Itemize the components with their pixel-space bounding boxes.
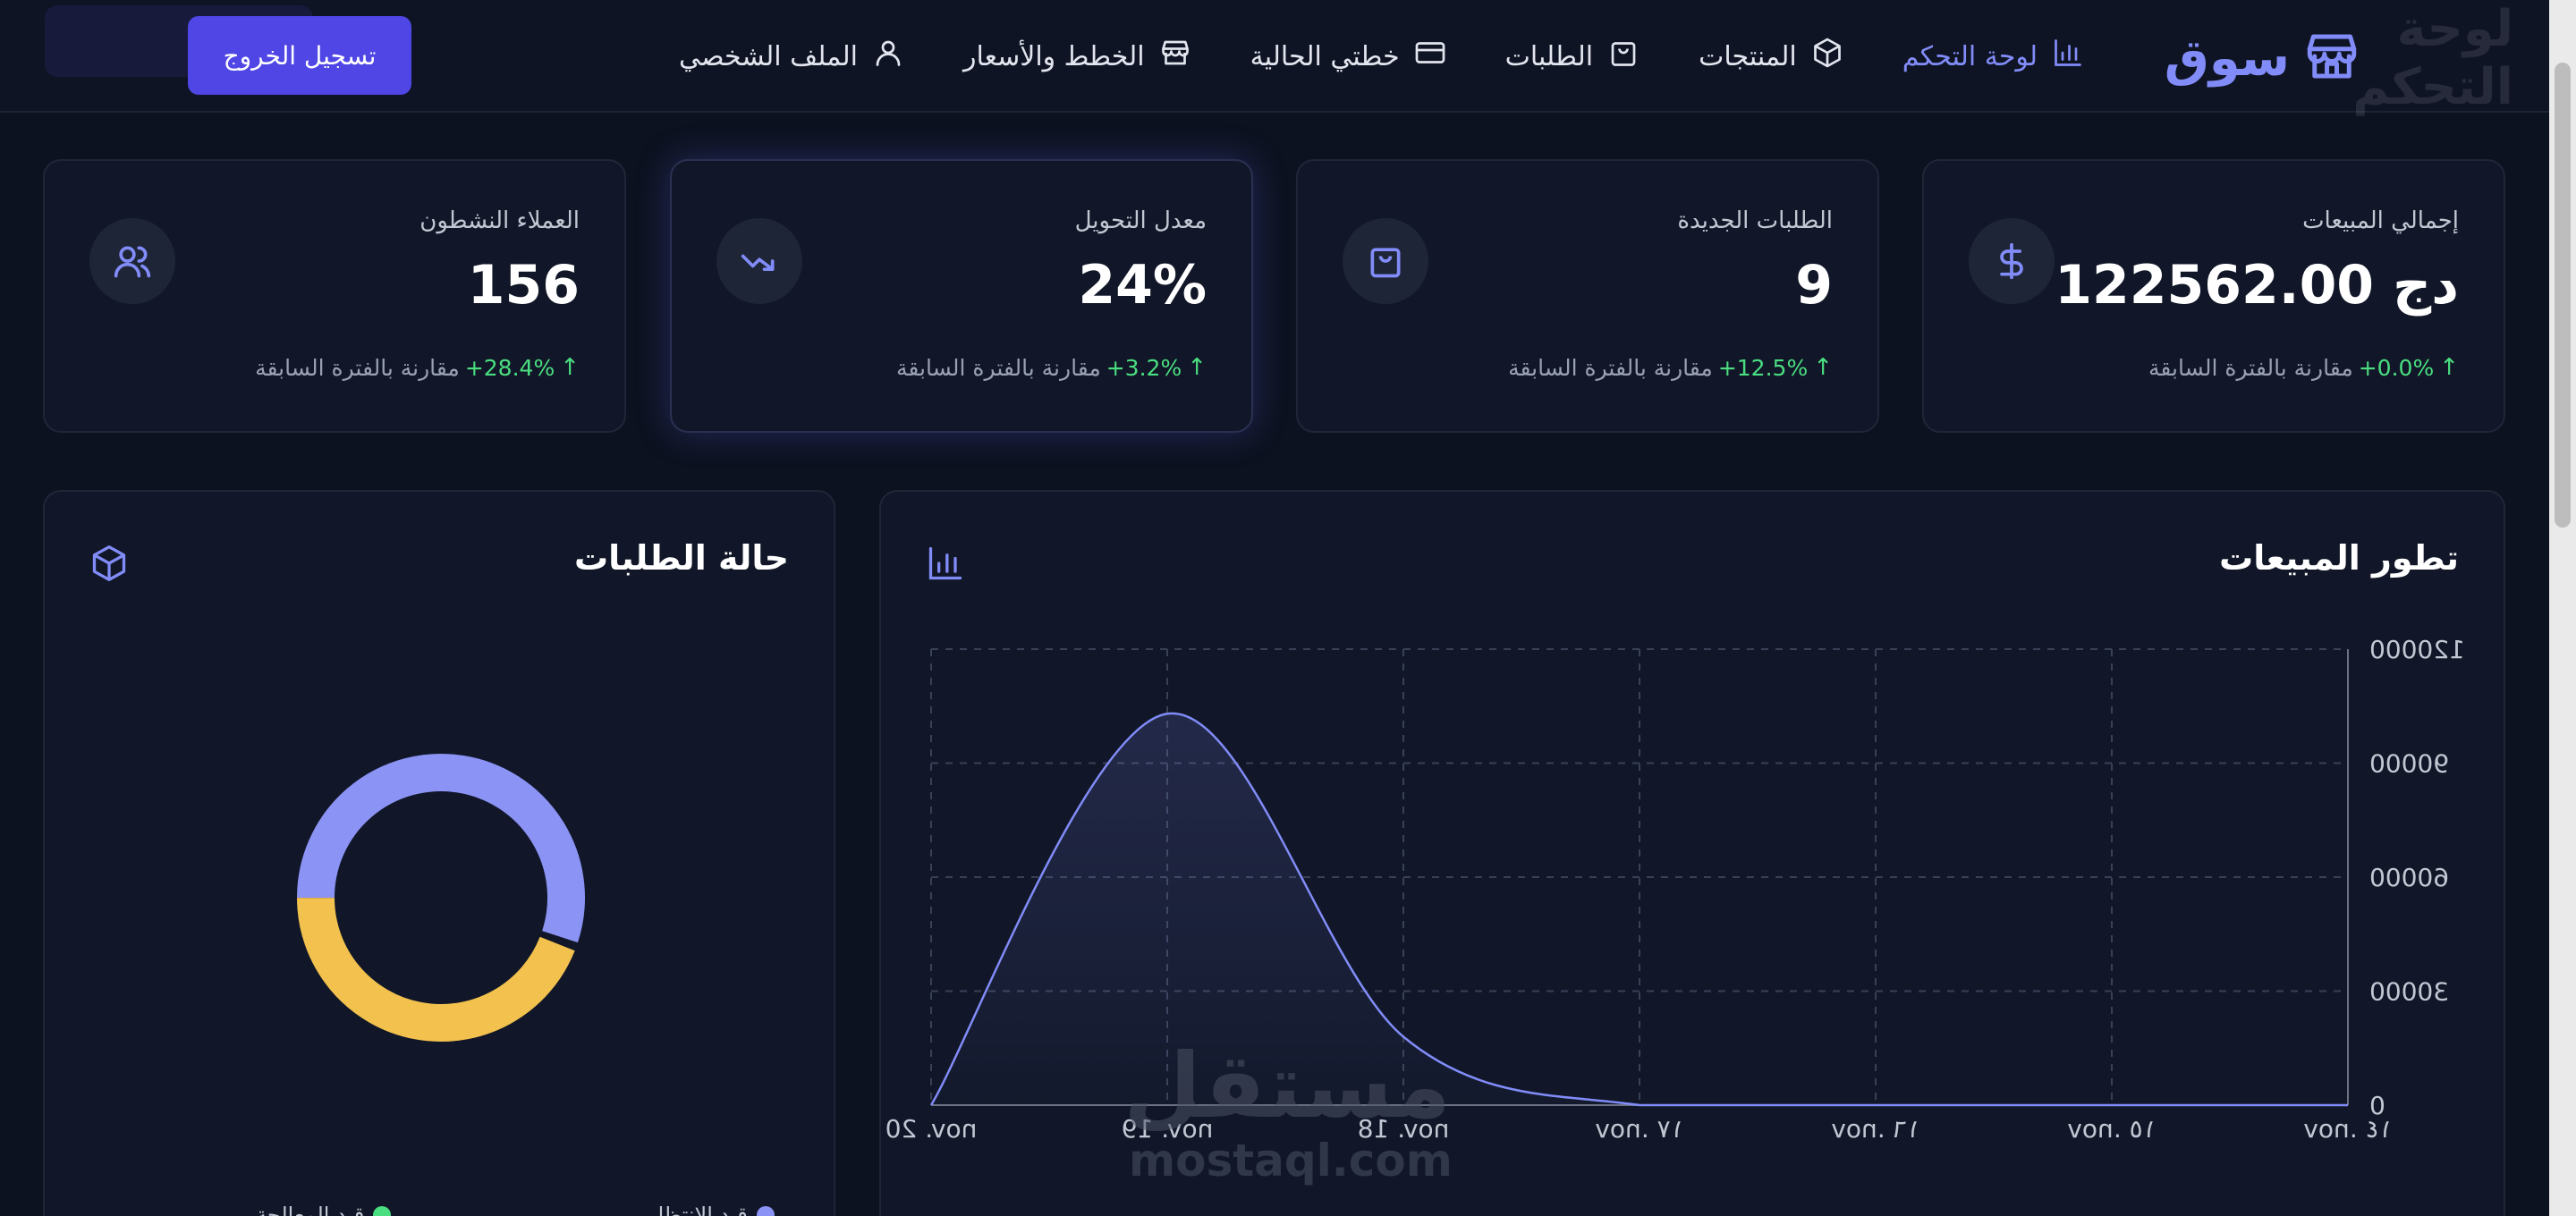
nav-item-current-plan[interactable]: خطتي الحالية	[1250, 37, 1446, 76]
trending-icon	[716, 218, 802, 304]
stat-value: 9	[1795, 254, 1833, 317]
shopping-bag-icon	[1343, 218, 1428, 304]
bar-chart-icon	[2052, 37, 2084, 76]
stat-change-note: مقارنة بالفترة السابقة	[895, 354, 1101, 381]
scrollbar-thumb[interactable]	[2555, 63, 2571, 528]
nav-item-label: خطتي الحالية	[1250, 40, 1400, 72]
stat-card-new-orders: الطلبات الجديدة 9 ↑ +12.5% مقارنة بالفتر…	[1296, 159, 1879, 433]
page-scrollbar[interactable]	[2549, 0, 2576, 1216]
stat-change-percent: +12.5%	[1717, 354, 1809, 381]
brand-name: سوق	[2164, 29, 2290, 88]
legend-label: قيد المعالجة	[256, 1203, 365, 1216]
nav-item-profile[interactable]: الملف الشخصي	[679, 37, 904, 76]
nav-item-label: لوحة التحكم	[1902, 40, 2038, 72]
stat-card-total-sales: إجمالي المبيعات 122562.00 دج ↑ +0.0% مقا…	[1922, 159, 2505, 433]
stat-change: ↑ +3.2% مقارنة بالفترة السابقة	[896, 354, 1207, 381]
nav-item-plans-pricing[interactable]: الخطط والأسعار	[963, 37, 1191, 76]
top-navbar: لوحة التحكم سوق لوحة التحكم المنتجات الط…	[0, 0, 2549, 116]
nav-links: لوحة التحكم المنتجات الطلبات خطتي الحالي…	[679, 32, 2084, 80]
shopping-bag-icon	[1607, 37, 1640, 76]
stat-change-percent: +0.0%	[2358, 354, 2435, 381]
stat-value: 122562.00 دج	[2055, 254, 2459, 317]
nav-item-dashboard[interactable]: لوحة التحكم	[1902, 37, 2084, 76]
arrow-up-icon: ↑	[1813, 354, 1833, 381]
stat-change: ↑ +28.4% مقارنة بالفترة السابقة	[255, 354, 580, 381]
stat-card-conversion-rate: معدل التحويل 24% ↑ +3.2% مقارنة بالفترة …	[670, 159, 1253, 433]
legend-label: قيد الانتظار	[648, 1203, 748, 1216]
stat-label: الطلبات الجديدة	[1677, 207, 1833, 234]
store-icon	[1159, 37, 1191, 76]
y-tick-label: 60000	[2369, 863, 2449, 892]
nav-item-label: المنتجات	[1699, 40, 1797, 72]
legend-swatch	[373, 1206, 392, 1216]
nav-item-label: الملف الشخصي	[679, 40, 858, 72]
arrow-up-icon: ↑	[2439, 354, 2459, 381]
donut-slice-pending	[297, 754, 585, 943]
stat-change-note: مقارنة بالفترة السابقة	[2148, 354, 2353, 381]
package-icon	[1811, 37, 1843, 76]
nav-item-label: الخطط والأسعار	[962, 40, 1145, 72]
stat-label: معدل التحويل	[1074, 207, 1207, 234]
nav-item-products[interactable]: المنتجات	[1699, 37, 1843, 76]
stat-change-note: مقارنة بالفترة السابقة	[1508, 354, 1713, 381]
x-tick-label: nov. ١٧	[1595, 1114, 1683, 1144]
watermark-arabic: مستقل	[1123, 1034, 1451, 1138]
store-icon	[2302, 27, 2361, 89]
stat-change-note: مقارنة بالفترة السابقة	[255, 354, 460, 381]
x-tick-label: nov. 20	[886, 1114, 978, 1144]
arrow-up-icon: ↑	[1187, 354, 1207, 381]
stat-change-percent: +28.4%	[464, 354, 555, 381]
arrow-up-icon: ↑	[560, 354, 580, 381]
logout-button[interactable]: تسجيل الخروج	[188, 16, 411, 95]
watermark-english: mostaql.com	[1129, 1135, 1453, 1186]
credit-card-icon	[1414, 37, 1446, 76]
legend-swatch	[756, 1206, 775, 1216]
stat-change: ↑ +12.5% مقارنة بالفترة السابقة	[1508, 354, 1833, 381]
legend-processing[interactable]: قيد المعالجة	[256, 1200, 392, 1216]
orders-status-panel: حالة الطلبات قيد الانتظار قيد المعالجة	[43, 490, 835, 1216]
stat-label: إجمالي المبيعات	[2302, 207, 2459, 234]
user-icon	[872, 37, 904, 76]
orders-donut-chart	[297, 754, 585, 1042]
brand-logo[interactable]: سوق	[2165, 27, 2361, 89]
stat-value: 156	[467, 254, 580, 317]
stat-card-active-customers: العملاء النشطون 156 ↑ +28.4% مقارنة بالف…	[43, 159, 626, 433]
x-tick-label: nov. ١٤	[2303, 1114, 2392, 1144]
y-tick-label: 90000	[2369, 749, 2449, 779]
nav-item-label: الطلبات	[1504, 40, 1594, 72]
y-tick-label: 30000	[2369, 977, 2449, 1007]
app-root: لوحة التحكم سوق لوحة التحكم المنتجات الط…	[0, 0, 2576, 1216]
x-tick-label: nov. ١٥	[2067, 1114, 2156, 1144]
dollar-icon	[1969, 218, 2055, 304]
stat-value: 24%	[1078, 254, 1207, 317]
y-tick-label: 120000	[2369, 635, 2465, 664]
x-tick-label: nov. ١٦	[1831, 1114, 1919, 1144]
legend-pending[interactable]: قيد الانتظار	[648, 1200, 775, 1216]
watermark: مستقل mostaql.com	[1123, 1034, 1453, 1216]
users-icon	[89, 218, 175, 304]
stat-change: ↑ +0.0% مقارنة بالفترة السابقة	[2148, 354, 2459, 381]
stat-label: العملاء النشطون	[419, 207, 580, 234]
donut-slice-processing	[297, 897, 575, 1042]
stat-change-percent: +3.2%	[1106, 354, 1182, 381]
nav-item-orders[interactable]: الطلبات	[1505, 37, 1640, 76]
